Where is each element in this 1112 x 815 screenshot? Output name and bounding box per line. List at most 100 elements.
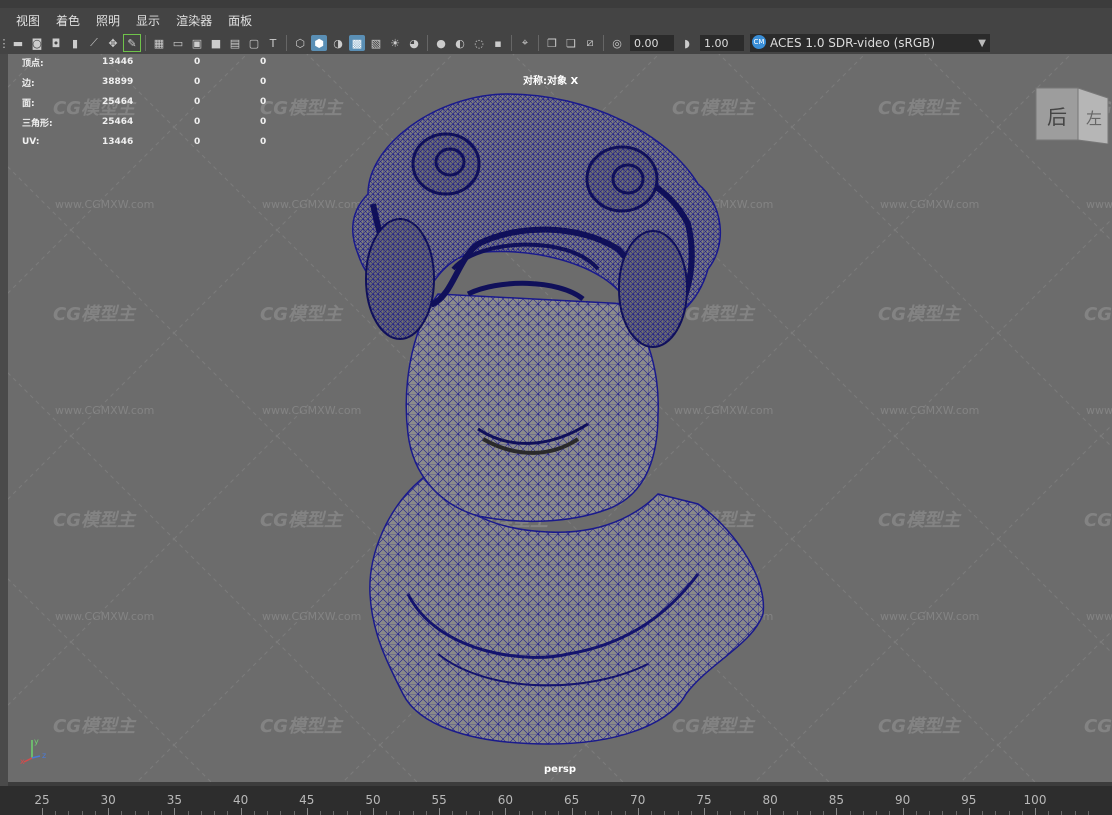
panel-toolbar: ⋮ ▬ ◙ ◘ ▮ ⟋ ✥ ✎ ▦ ▭ ▣ ■ ▤ ▢ T ⬡ ⬢ ◑ ▩ ▧ … xyxy=(0,32,1112,54)
time-minor-tick xyxy=(55,811,57,815)
camera-name-label: persp xyxy=(544,764,576,775)
exposure-field[interactable]: 0.00 xyxy=(630,35,674,51)
time-tick-label: 60 xyxy=(497,793,514,807)
safe-title-icon[interactable]: T xyxy=(265,35,281,51)
gamma-icon[interactable]: ◗ xyxy=(679,35,695,51)
poly-count-row: 顶点: 13446 0 0 xyxy=(22,54,290,72)
time-slider[interactable]: 25 30 35 40 45 50 55 60 65 70 75 80 85 90 95 100 xyxy=(0,786,1112,815)
image-plane-icon[interactable]: ⟋ xyxy=(86,35,102,51)
time-tick-label: 95 xyxy=(961,793,977,807)
time-minor-tick xyxy=(862,811,864,815)
time-tick xyxy=(240,808,242,815)
time-minor-tick xyxy=(730,811,732,815)
select-camera-icon[interactable]: ▬ xyxy=(10,35,26,51)
time-minor-tick xyxy=(465,811,467,815)
backface-culling-icon[interactable]: ⧄ xyxy=(582,35,598,51)
poly-count-label: UV: xyxy=(22,137,40,147)
time-minor-tick xyxy=(1008,811,1010,815)
menu-shading[interactable]: 着色 xyxy=(48,12,88,29)
poly-count-extra: 0 xyxy=(260,77,267,87)
time-minor-tick xyxy=(425,811,427,815)
viewport-frame xyxy=(0,54,8,786)
gamma-field[interactable]: 1.00 xyxy=(700,35,744,51)
viewport-persp[interactable]: CG模型主 CG模型主 CG模型主 CG模型主 CG模型主 CG模型主 CG模型主 CG模型主… xyxy=(8,54,1112,782)
symmetry-label: 对称:对象 X xyxy=(523,76,579,87)
menu-renderer[interactable]: 渲染器 xyxy=(168,12,220,29)
time-minor-tick xyxy=(320,811,322,815)
time-minor-tick xyxy=(359,811,361,815)
time-minor-tick xyxy=(942,811,944,815)
gate-mask-icon[interactable]: ■ xyxy=(208,35,224,51)
time-minor-tick xyxy=(598,811,600,815)
motion-blur-icon[interactable]: ◐ xyxy=(452,35,468,51)
two-d-pan-icon[interactable]: ✥ xyxy=(105,35,121,51)
wireframe-icon[interactable]: ⬡ xyxy=(292,35,308,51)
time-tick xyxy=(108,808,110,815)
poly-count-label: 边: xyxy=(22,78,35,89)
poly-count-row: 面: 25464 0 0 xyxy=(22,92,290,112)
time-tick-label: 45 xyxy=(299,793,315,807)
poly-count-extra: 0 xyxy=(260,57,267,67)
menu-show[interactable]: 显示 xyxy=(128,12,168,29)
time-tick xyxy=(770,808,772,815)
time-minor-tick xyxy=(531,811,533,815)
depth-of-field-icon[interactable]: ▪ xyxy=(490,35,506,51)
time-minor-tick xyxy=(1048,811,1050,815)
wireframe-on-shaded-icon[interactable]: ▩ xyxy=(349,35,365,51)
xray-icon[interactable]: ▧ xyxy=(368,35,384,51)
exposure-icon[interactable]: ◎ xyxy=(609,35,625,51)
viewcube[interactable]: 后 左 xyxy=(1032,84,1112,144)
camera-lock-icon[interactable]: ◘ xyxy=(48,35,64,51)
time-minor-tick xyxy=(492,811,494,815)
time-minor-tick xyxy=(982,811,984,815)
menu-view[interactable]: 视图 xyxy=(0,12,48,29)
color-management-select[interactable]: CM ACES 1.0 SDR-video (sRGB) ▼ xyxy=(750,34,990,52)
time-minor-tick xyxy=(187,811,189,815)
time-tick xyxy=(439,808,441,815)
separator xyxy=(286,35,287,51)
time-tick-label: 80 xyxy=(762,793,778,807)
menu-panels[interactable]: 面板 xyxy=(220,12,260,29)
safe-action-icon[interactable]: ▢ xyxy=(246,35,262,51)
field-chart-icon[interactable]: ▤ xyxy=(227,35,243,51)
time-minor-tick xyxy=(929,811,931,815)
xray-active-icon[interactable]: ❏ xyxy=(563,35,579,51)
poly-count-row: UV: 13446 0 0 xyxy=(22,132,290,152)
screen-space-ao-icon[interactable]: ● xyxy=(433,35,449,51)
lights-icon[interactable]: ☀ xyxy=(387,35,403,51)
shadows-icon[interactable]: ◕ xyxy=(406,35,422,51)
isolate-select-icon[interactable]: ⌖ xyxy=(517,35,533,51)
poly-count-label: 顶点: xyxy=(22,58,44,69)
bookmark-icon[interactable]: ▮ xyxy=(67,35,83,51)
time-tick-label: 65 xyxy=(563,793,580,807)
poly-count-label: 面: xyxy=(22,98,35,109)
multisample-aa-icon[interactable]: ◌ xyxy=(471,35,487,51)
default-material-icon[interactable]: ◑ xyxy=(330,35,346,51)
resolution-gate-icon[interactable]: ▣ xyxy=(189,35,205,51)
poly-count-label: 三角形: xyxy=(22,118,53,129)
axis-x-label: x xyxy=(20,757,25,766)
time-tick xyxy=(704,808,705,815)
menu-lighting[interactable]: 照明 xyxy=(88,12,128,29)
xray-joints-icon[interactable]: ❐ xyxy=(544,35,560,51)
time-minor-tick xyxy=(399,811,401,815)
time-minor-tick xyxy=(81,811,83,815)
poly-count-selected: 0 xyxy=(194,117,201,127)
separator xyxy=(538,35,539,51)
color-management-value: ACES 1.0 SDR-video (sRGB) xyxy=(770,36,936,50)
poly-count-extra: 0 xyxy=(260,97,267,107)
film-gate-icon[interactable]: ▭ xyxy=(170,35,186,51)
time-minor-tick xyxy=(253,811,255,815)
time-minor-tick xyxy=(796,811,798,815)
time-tick xyxy=(373,808,374,815)
camera-attributes-icon[interactable]: ◙ xyxy=(29,35,45,51)
smooth-shade-icon[interactable]: ⬢ xyxy=(311,35,327,51)
grease-pencil-icon[interactable]: ✎ xyxy=(123,34,141,52)
grid-icon[interactable]: ▦ xyxy=(151,35,167,51)
time-minor-tick xyxy=(664,811,666,815)
separator xyxy=(427,35,428,51)
separator xyxy=(145,35,146,51)
viewcube-left-label: 左 xyxy=(1086,109,1102,128)
time-minor-tick xyxy=(889,811,891,815)
time-tick-label: 90 xyxy=(894,793,911,807)
